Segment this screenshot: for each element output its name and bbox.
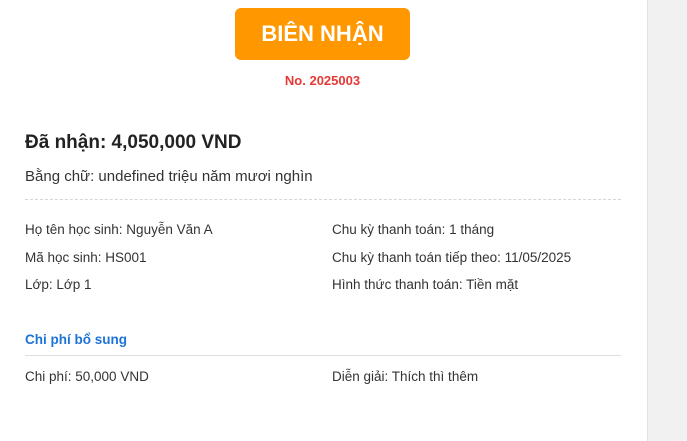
amount-in-words: Bằng chữ: undefined triệu năm mươi nghìn bbox=[25, 168, 313, 185]
extra-cost-description: Diễn giải: Thích thì thêm bbox=[332, 369, 479, 384]
student-name: Họ tên học sinh: Nguyễn Văn A bbox=[25, 222, 213, 237]
payment-method: Hình thức thanh toán: Tiền mặt bbox=[332, 277, 519, 292]
extra-cost-section-title: Chi phí bổ sung bbox=[25, 332, 127, 347]
section-divider bbox=[25, 355, 621, 356]
receipt-title-button[interactable]: BIÊN NHẬN bbox=[235, 8, 410, 60]
student-id: Mã học sinh: HS001 bbox=[25, 250, 147, 265]
receipt-number: No. 2025003 bbox=[284, 73, 361, 88]
dashed-divider bbox=[25, 199, 621, 200]
side-scroll-panel[interactable] bbox=[647, 0, 687, 441]
payment-cycle: Chu kỳ thanh toán: 1 tháng bbox=[332, 222, 495, 237]
student-class: Lớp: Lớp 1 bbox=[25, 277, 92, 292]
next-payment-cycle: Chu kỳ thanh toán tiếp theo: 11/05/2025 bbox=[332, 250, 572, 265]
amount-received: Đã nhận: 4,050,000 VND bbox=[25, 132, 242, 153]
extra-cost-amount: Chi phí: 50,000 VND bbox=[25, 369, 149, 384]
receipt-panel: BIÊN NHẬN No. 2025003 Đã nhận: 4,050,000… bbox=[0, 0, 647, 441]
